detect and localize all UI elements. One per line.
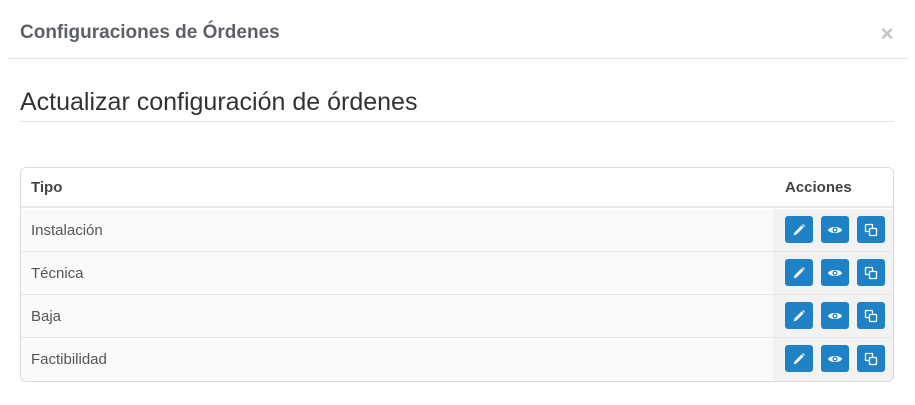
eye-icon bbox=[828, 312, 842, 319]
table-header: Tipo Acciones bbox=[21, 168, 893, 208]
copy-button[interactable] bbox=[857, 216, 885, 243]
row-actions bbox=[773, 338, 893, 381]
view-button[interactable] bbox=[821, 345, 849, 372]
modal-header: Configuraciones de Órdenes × bbox=[0, 0, 915, 58]
table-row: Técnica bbox=[21, 252, 893, 295]
row-actions bbox=[773, 252, 893, 294]
view-button[interactable] bbox=[821, 302, 849, 329]
view-button[interactable] bbox=[821, 259, 849, 286]
pencil-icon bbox=[793, 223, 805, 235]
section-title: Actualizar configuración de órdenes bbox=[20, 88, 418, 116]
orders-config-table: Tipo Acciones Instalación Técnica Baja F… bbox=[20, 167, 894, 382]
eye-icon bbox=[828, 226, 842, 233]
view-button[interactable] bbox=[821, 216, 849, 243]
edit-button[interactable] bbox=[785, 345, 813, 372]
eye-icon bbox=[828, 355, 842, 362]
copy-icon bbox=[864, 309, 878, 322]
copy-button[interactable] bbox=[857, 302, 885, 329]
pencil-icon bbox=[793, 309, 805, 321]
copy-button[interactable] bbox=[857, 259, 885, 286]
row-tipo-label: Factibilidad bbox=[31, 351, 107, 368]
table-row: Factibilidad bbox=[21, 338, 893, 381]
eye-icon bbox=[828, 269, 842, 276]
column-header-acciones: Acciones bbox=[785, 179, 852, 196]
edit-button[interactable] bbox=[785, 302, 813, 329]
copy-button[interactable] bbox=[857, 345, 885, 372]
copy-icon bbox=[864, 266, 878, 279]
table-row: Instalación bbox=[21, 209, 893, 252]
row-tipo-label: Técnica bbox=[31, 265, 84, 282]
edit-button[interactable] bbox=[785, 216, 813, 243]
modal-title: Configuraciones de Órdenes bbox=[20, 22, 280, 43]
row-actions bbox=[773, 295, 893, 337]
row-tipo-label: Instalación bbox=[31, 222, 103, 239]
edit-button[interactable] bbox=[785, 259, 813, 286]
pencil-icon bbox=[793, 266, 805, 278]
column-header-tipo: Tipo bbox=[31, 179, 63, 196]
copy-icon bbox=[864, 352, 878, 365]
section-divider bbox=[20, 121, 894, 122]
row-actions bbox=[773, 209, 893, 251]
pencil-icon bbox=[793, 352, 805, 364]
header-divider bbox=[7, 58, 908, 59]
close-button[interactable]: × bbox=[879, 23, 895, 45]
copy-icon bbox=[864, 223, 878, 236]
table-row: Baja bbox=[21, 295, 893, 338]
row-tipo-label: Baja bbox=[31, 308, 62, 325]
